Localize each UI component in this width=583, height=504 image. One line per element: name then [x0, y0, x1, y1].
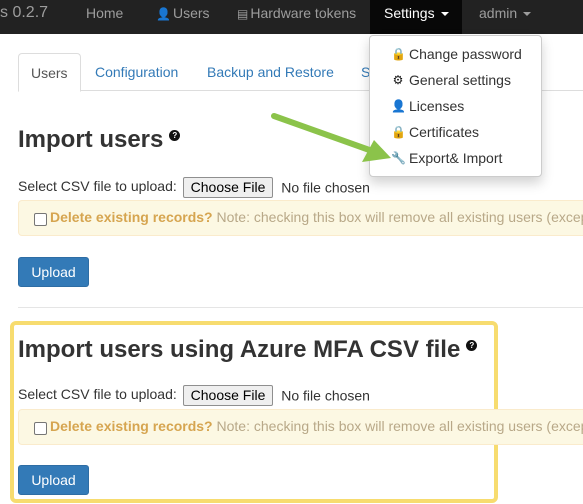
arrow-shaft: [271, 113, 378, 155]
annotation-arrow: [271, 113, 391, 162]
